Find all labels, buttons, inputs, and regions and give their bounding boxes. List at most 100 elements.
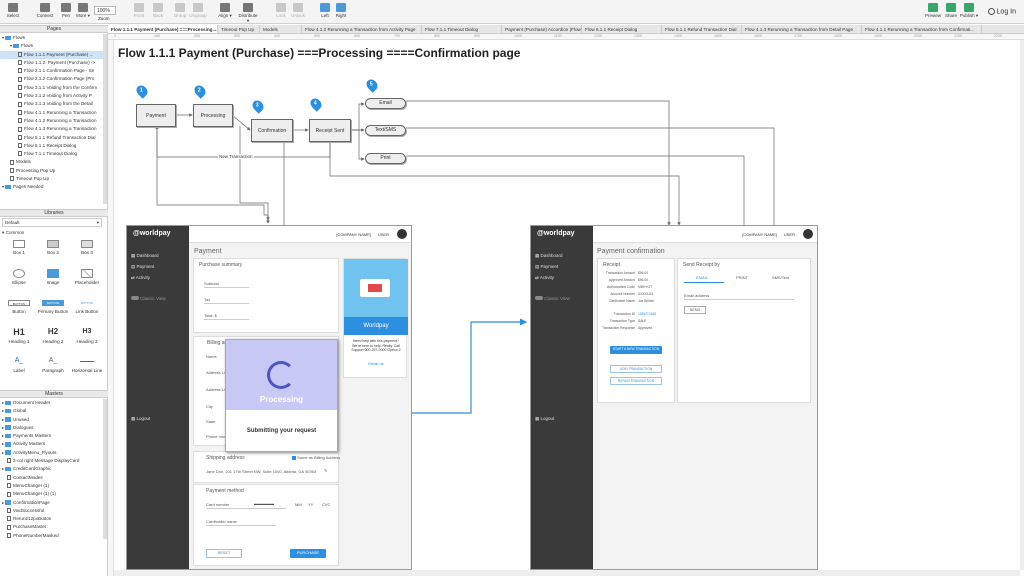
- page-tree-item[interactable]: Flow 7.1.1 Timeout Dialog: [0, 150, 104, 158]
- nav-payment[interactable]: ▤ Payment: [535, 264, 558, 270]
- classic-view-toggle[interactable]: Classic View: [535, 296, 570, 301]
- logout-link[interactable]: ▦ Logout: [535, 416, 554, 422]
- page-tree-item[interactable]: Flow 5.1.1 Refund Transaction Dial: [0, 134, 104, 142]
- library-item[interactable]: Image: [36, 269, 70, 285]
- nav-activity[interactable]: ⇄ Activity: [535, 275, 554, 281]
- library-item[interactable]: Box 2: [36, 240, 70, 255]
- page-tree-item[interactable]: Flow 3.1.3 Voiding from the Detail: [0, 100, 104, 108]
- master-tree-item[interactable]: ▸ Unused: [0, 416, 104, 424]
- start-new-transaction-button[interactable]: START A NEW TRANSACTION: [610, 346, 662, 354]
- master-tree-item[interactable]: ▸ ConfirmationPage: [0, 499, 104, 507]
- master-tree-item[interactable]: ▸ Activity Masters: [0, 440, 104, 448]
- library-item[interactable]: Ellipse: [2, 269, 36, 285]
- library-item[interactable]: BUTTON Link Button: [70, 298, 104, 314]
- master-tree-item[interactable]: ▸ Global: [0, 407, 104, 415]
- page-tree-item[interactable]: Flow 6.1.1 Receipt Dialog: [0, 142, 104, 150]
- page-tree-item[interactable]: Timeout Pop Up: [0, 175, 104, 183]
- confirmation-screen[interactable]: [COMPANY NAME] USER @worldpay ▦ Dashboar…: [530, 225, 818, 570]
- tab-sms[interactable]: SMS/Text: [772, 275, 789, 280]
- library-item[interactable]: H3 Heading 3: [70, 327, 104, 344]
- toolbar-button[interactable]: Distribute ▾: [237, 3, 259, 23]
- library-item[interactable]: Box 3: [70, 240, 104, 255]
- toolbar-button[interactable]: Back: [147, 3, 169, 21]
- toolbar-button[interactable]: Align ▾: [214, 3, 236, 21]
- page-tree-item[interactable]: Flow 2.1.2 Confirmation Page (Pro: [0, 75, 104, 83]
- page-tree-item[interactable]: Flow 3.1.2 Voiding from Activity P: [0, 92, 104, 100]
- page-tree-item[interactable]: Models: [0, 158, 104, 166]
- flow-box-processing[interactable]: Processing: [193, 104, 233, 127]
- pill-email[interactable]: Email: [365, 98, 406, 109]
- payment-screen[interactable]: [COMPANY NAME] USER @worldpay ▦ Dashboar…: [126, 225, 412, 570]
- library-item[interactable]: BUTTON Primary Button: [36, 298, 70, 314]
- page-tab[interactable]: Flow 4.1.2 Rerunning a Transaction from …: [302, 25, 422, 33]
- page-tree-item[interactable]: ▾ Pages Needed: [0, 183, 104, 191]
- toolbar-button[interactable]: Unlock: [287, 3, 309, 21]
- toolbar-button[interactable]: Publish ▾: [958, 3, 980, 21]
- reset-button[interactable]: RESET: [206, 549, 242, 558]
- page-tab[interactable]: Payment (Purchase) Accordion (Flow1): [502, 25, 582, 33]
- library-item[interactable]: A_ Label: [2, 356, 36, 373]
- tab-email[interactable]: EMAIL: [696, 275, 708, 280]
- masters-scrollbar[interactable]: [103, 399, 107, 539]
- void-transaction-button[interactable]: VOID TRANSACTION: [610, 365, 662, 373]
- library-item[interactable]: Box 1: [2, 240, 36, 255]
- avatar[interactable]: [397, 229, 407, 239]
- canvas-scrollbar[interactable]: [1020, 40, 1024, 570]
- page-tree-item[interactable]: Flow 1.1.1 Payment (Purchase) ...: [0, 50, 104, 59]
- master-tree-item[interactable]: PurchaseMaster: [0, 523, 104, 531]
- toolbar-button[interactable]: Ungroup: [187, 3, 209, 21]
- page-tree-item[interactable]: Flow 4.1.1 Rerunning a Transaction: [0, 109, 104, 117]
- zoom-select[interactable]: 100%: [94, 6, 116, 15]
- email-us-link[interactable]: Email us: [344, 361, 408, 366]
- page-tree-item[interactable]: ▾ Flows: [0, 34, 104, 42]
- master-tree-item[interactable]: PhoneNumberMasked: [0, 532, 104, 540]
- login-link[interactable]: Log In: [987, 8, 1016, 15]
- flow-box-confirmation[interactable]: Confirmation: [251, 119, 293, 142]
- nav-dashboard[interactable]: ▦ Dashboard: [131, 253, 159, 259]
- classic-view-toggle[interactable]: Classic View: [131, 296, 166, 301]
- tab-print[interactable]: PRINT: [736, 275, 748, 280]
- same-billing-checkbox[interactable]: Same as Billing Address: [292, 455, 340, 460]
- library-item[interactable]: Placeholder: [70, 269, 104, 285]
- page-tree-item[interactable]: Flow 3.1.1 Voiding from the Confirm: [0, 84, 104, 92]
- edit-icon[interactable]: ✎: [324, 468, 327, 473]
- nav-activity[interactable]: ⇄ Activity: [131, 275, 150, 281]
- rerun-transaction-button[interactable]: RERUN TRANSACTION: [610, 377, 662, 385]
- master-tree-item[interactable]: ContactModes: [0, 474, 104, 482]
- flow-box-receipt-sent[interactable]: Receipt Sent: [309, 119, 351, 142]
- page-tab[interactable]: Flow 4.1.3 Rerunning a Transaction from …: [742, 25, 862, 33]
- master-tree-item[interactable]: VoidSuccessful: [0, 507, 104, 515]
- pill-print[interactable]: Print: [365, 153, 406, 164]
- master-tree-item[interactable]: ▸ Document Header: [0, 399, 104, 407]
- canvas-hscrollbar[interactable]: [114, 570, 1020, 576]
- master-tree-item[interactable]: Rerun212pxButton: [0, 515, 104, 523]
- library-item[interactable]: Horizontal Line: [70, 356, 104, 373]
- nav-dashboard[interactable]: ▦ Dashboard: [535, 253, 563, 259]
- master-tree-item[interactable]: MenuChanger (1): [0, 482, 104, 490]
- master-tree-item[interactable]: ▸ CreditCardGraphic: [0, 465, 104, 473]
- page-tree-item[interactable]: Processing Pop Up: [0, 167, 104, 175]
- page-tree-item[interactable]: Flow 1.1.2. Payment (Purchase) ->: [0, 59, 104, 67]
- nav-payment[interactable]: ▤ Payment: [131, 264, 154, 270]
- page-tab[interactable]: Flow 1.1.1 Payment (Purchase) ===Process…: [108, 25, 218, 33]
- library-item[interactable]: H1 Heading 1: [2, 327, 36, 344]
- pages-scrollbar[interactable]: [103, 34, 107, 204]
- toolbar-button[interactable]: More ▾: [72, 3, 94, 21]
- master-tree-item[interactable]: MenuChanger (1) (1): [0, 490, 104, 498]
- page-tab[interactable]: Models: [260, 25, 302, 33]
- page-tab[interactable]: Flow 7.1.1 Timeout Dialog: [422, 25, 502, 33]
- master-tree-item[interactable]: 2-col right Message DisplayCard: [0, 457, 104, 465]
- logout-link[interactable]: ▦ Logout: [131, 416, 150, 422]
- page-tab[interactable]: Timeout Pop Up: [218, 25, 260, 33]
- page-tab[interactable]: Flow 6.1.1 Receipt Dialog: [582, 25, 662, 33]
- toolbar-button[interactable]: Connect: [34, 3, 56, 21]
- library-select[interactable]: Default ▾: [2, 218, 102, 227]
- avatar[interactable]: [803, 229, 813, 239]
- library-item[interactable]: BUTTON Button: [2, 298, 36, 314]
- email-address-field[interactable]: Email address: [684, 293, 709, 298]
- send-button[interactable]: SEND: [684, 306, 706, 314]
- page-tree-item[interactable]: Flow 4.1.2 Rerunning a Transaction: [0, 117, 104, 125]
- design-canvas[interactable]: Flow 1.1.1 Payment (Purchase) ===Process…: [114, 40, 1020, 570]
- master-tree-item[interactable]: ▸ Payments Masters: [0, 432, 104, 440]
- page-tree-item[interactable]: Flow 2.1.1 Confirmation Page - Se: [0, 67, 104, 75]
